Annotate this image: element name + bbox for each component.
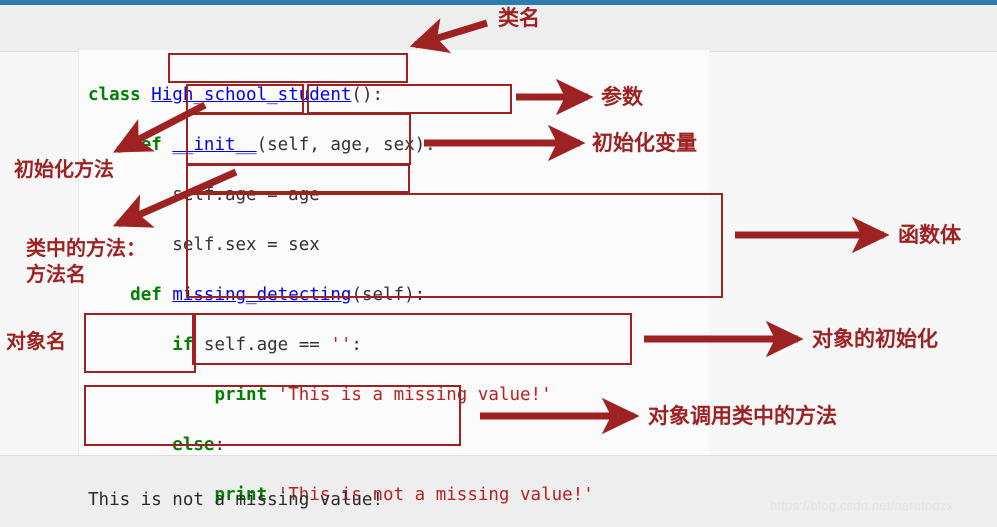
label-init-method: 初始化方法 <box>14 157 114 181</box>
keyword-else: else <box>172 435 215 455</box>
code-line-self-sex: self.sex = sex <box>88 235 320 255</box>
keyword-class: class <box>88 85 141 105</box>
watermark-text: https://blog.csdn.net/narutodzx <box>770 498 954 513</box>
code-line-class: class High_school_student(): <box>88 85 384 105</box>
label-object-init: 对象的初始化 <box>812 327 938 351</box>
output-line-1: This is not a missing value! <box>88 490 384 510</box>
label-params: 参数 <box>601 85 643 109</box>
code-line-if: if self.age == '': <box>172 335 362 355</box>
label-function-body: 函数体 <box>898 223 961 247</box>
keyword-print-1: print <box>214 385 268 405</box>
label-object-name: 对象名 <box>6 329 66 353</box>
keyword-def-init: def <box>130 135 162 155</box>
class-name-token: High_school_student <box>151 85 352 105</box>
label-init-vars: 初始化变量 <box>592 131 697 155</box>
init-method-token: __init__ <box>172 135 257 155</box>
python-code-block: class High_school_student(): def __init_… <box>88 58 594 527</box>
label-class-name: 类名 <box>498 6 540 30</box>
label-class-method-2: 方法名 <box>26 262 86 286</box>
method-name-token: missing_detecting <box>172 285 352 305</box>
code-line-else: else: <box>172 435 225 455</box>
label-object-call-method: 对象调用类中的方法 <box>648 404 837 428</box>
console-output: This is not a missing value! This is a m… <box>88 463 383 527</box>
string-missing: 'This is a missing value!' <box>277 385 552 405</box>
code-line-print-missing: print 'This is a missing value!' <box>88 383 594 408</box>
code-line-self-age: self.age = age <box>88 185 320 205</box>
code-line-init-def: def __init__(self, age, sex): <box>130 135 436 155</box>
keyword-def-method: def <box>130 285 162 305</box>
code-line-method-def: def missing_detecting(self): <box>130 285 426 305</box>
keyword-if: if <box>172 335 194 355</box>
label-class-method-1: 类中的方法： <box>26 236 146 260</box>
screenshot-root: class High_school_student(): def __init_… <box>0 0 997 527</box>
